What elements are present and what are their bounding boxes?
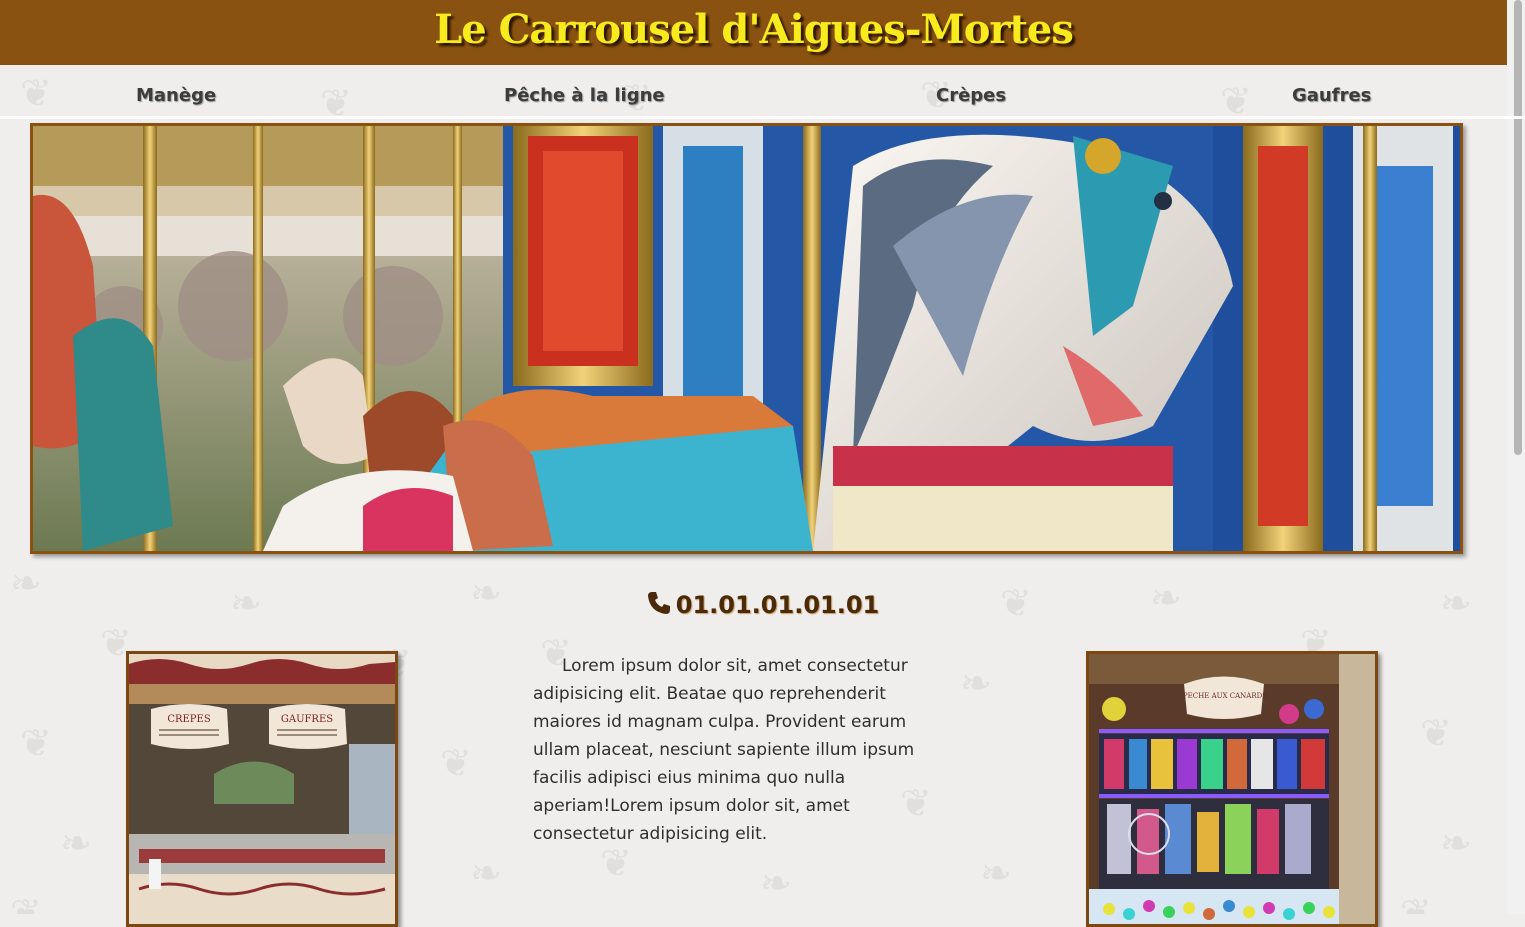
main-nav: Manège Pêche à la ligne Crèpes Gaufres [0,65,1525,119]
sign-gaufres: GAUFRES [281,714,333,725]
carousel-horses-photo [33,126,1460,551]
phone-icon [646,590,672,622]
site-title: Le Carrousel d'Aigues-Mortes [434,6,1074,53]
site-header: Le Carrousel d'Aigues-Mortes [0,0,1507,65]
sign-peche: PECHE AUX CANARDS [1183,692,1267,700]
crepes-gaufres-photo: CREPES GAUFRES [126,651,398,927]
nav-item-manege[interactable]: Manège [136,85,216,106]
hero-banner [30,123,1463,554]
fishing-stall-photo: PECHE AUX CANARDS [1086,651,1378,927]
nav-item-crepes[interactable]: Crèpes [936,85,1006,106]
nav-item-gaufres[interactable]: Gaufres [1292,85,1371,106]
phone-number[interactable]: 01.01.01.01.01 [676,591,879,619]
crepes-gaufres-stand-photo: CREPES GAUFRES [129,654,395,924]
sign-crepes: CREPES [167,714,211,725]
intro-paragraph: Lorem ipsum dolor sit, amet consectetur … [533,656,915,844]
fishing-game-stall-photo: PECHE AUX CANARDS [1089,654,1375,924]
nav-item-peche[interactable]: Pêche à la ligne [504,85,665,106]
contact-phone: 01.01.01.01.01 [0,590,1525,622]
